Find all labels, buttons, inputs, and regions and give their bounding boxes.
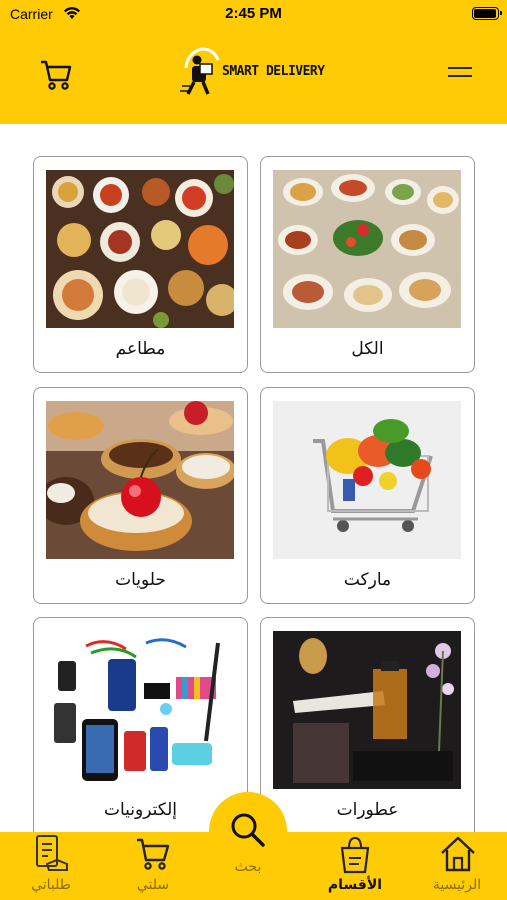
tab-my-orders[interactable]: طلباتي [6,832,96,900]
category-label: ماركت [343,570,392,590]
market-image [273,401,461,559]
grocery-bag-icon [340,836,370,874]
category-card-sweets[interactable]: حلويات [33,387,248,604]
search-icon [231,813,265,847]
tab-label: طلباتي [31,877,71,893]
battery-icon [472,7,502,20]
category-card-all[interactable]: الكل [260,156,475,373]
all-image [273,170,461,328]
orders-icon [36,835,68,871]
perfumes-image [273,631,461,789]
status-time: 2:45 PM [225,5,282,22]
category-label: مطاعم [115,339,166,359]
tab-label: سلتي [136,877,170,893]
home-icon [441,836,475,872]
electronics-image [46,631,234,789]
restaurants-image [46,170,234,328]
status-bar: Carrier 2:45 PM [0,0,507,30]
app-header: Carrier 2:45 PM SMART DELIVERY [0,0,507,124]
category-card-restaurants[interactable]: مطاعم [33,156,248,373]
tab-home[interactable]: الرئيسية [412,832,502,900]
category-label: حلويات [115,570,166,590]
cart-icon[interactable] [38,56,74,92]
cart-icon [137,838,170,870]
tab-label: بحث [234,859,262,875]
tab-label: الرئيسية [432,877,482,893]
menu-line-bottom [448,75,472,77]
menu-button[interactable] [448,64,472,80]
tab-label: الأقسام [327,877,383,893]
tab-categories[interactable]: الأقسام [310,832,400,900]
category-card-perfumes[interactable]: عطورات [260,617,475,847]
sweets-image [46,401,234,559]
category-label: عطورات [336,800,399,820]
tab-my-cart[interactable]: سلتي [108,832,198,900]
category-card-market[interactable]: ماركت [260,387,475,604]
category-label: الكل [351,339,384,359]
menu-line-top [448,67,472,69]
logo-text: SMART DELIVERY [222,64,325,79]
